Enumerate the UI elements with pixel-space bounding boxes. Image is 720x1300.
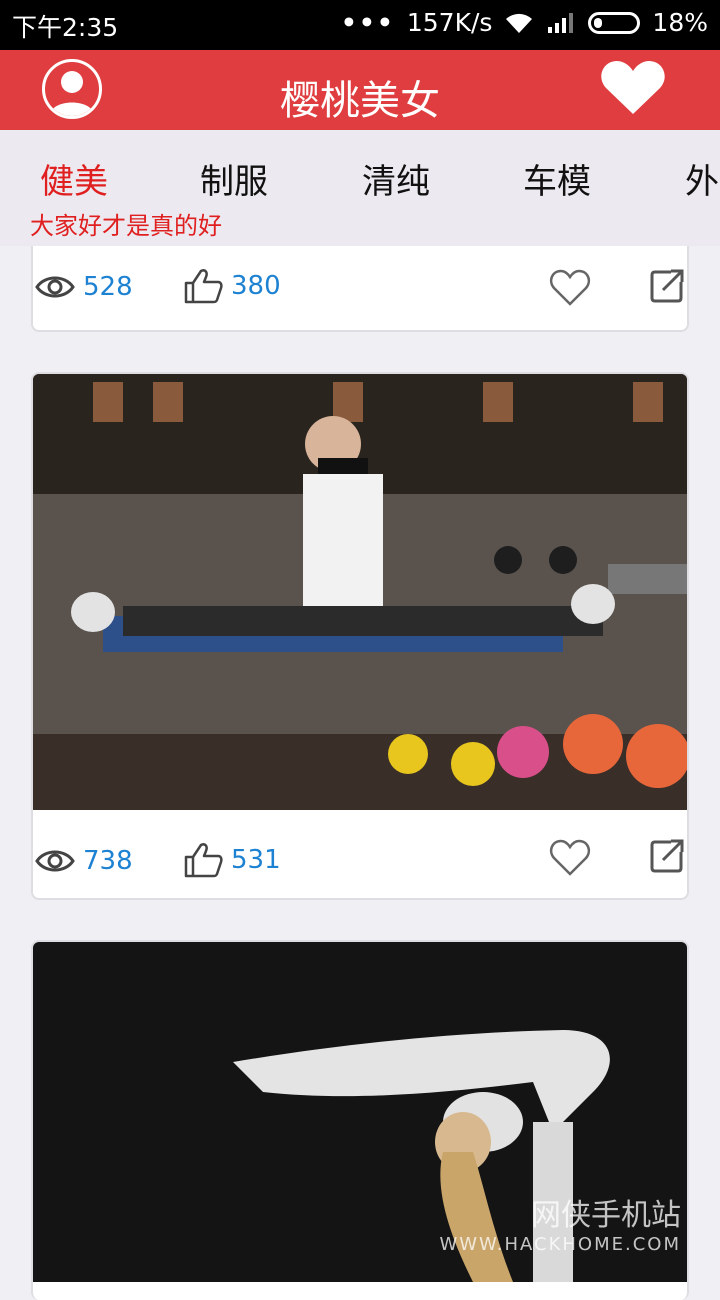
battery-icon xyxy=(588,11,641,34)
photo-card[interactable]: 528 380 xyxy=(31,246,689,332)
likes-count: 380 xyxy=(231,271,281,301)
favorite-heart-icon[interactable] xyxy=(549,268,591,308)
views-stat: 528 xyxy=(35,272,133,302)
share-icon[interactable] xyxy=(649,268,685,304)
tab-car-model[interactable]: 车模 xyxy=(523,154,591,203)
tab-pure[interactable]: 清纯 xyxy=(362,154,430,203)
app-bar: 樱桃美女 xyxy=(0,50,720,130)
status-bar: 下午2:35 ••• 157K/s 18% xyxy=(0,0,720,50)
photo-card[interactable]: 网侠手机站 WWW.HACKHOME.COM xyxy=(31,940,689,1300)
views-count: 528 xyxy=(83,272,133,302)
wifi-icon xyxy=(506,13,533,33)
notification-dots: ••• xyxy=(340,8,395,37)
tab-fitness[interactable]: 健美 xyxy=(40,154,108,203)
favorite-heart-icon[interactable] xyxy=(549,838,591,878)
fitness-photo[interactable] xyxy=(33,374,687,810)
tab-uniform[interactable]: 制服 xyxy=(200,154,268,203)
battery-percent: 18% xyxy=(652,8,708,37)
network-speed: 157K/s xyxy=(406,8,493,37)
status-right: ••• 157K/s 18% xyxy=(329,8,708,37)
likes-count: 531 xyxy=(231,845,281,875)
signal-icon xyxy=(548,12,574,33)
tab-more[interactable]: 外 xyxy=(685,154,719,203)
thumbs-up-icon xyxy=(184,843,223,878)
watermark-cn: 网侠手机站 xyxy=(531,1198,681,1233)
tab-subtitle: 大家好才是真的好 xyxy=(30,212,222,240)
views-count: 738 xyxy=(83,846,133,876)
category-tabs: 健美 制服 清纯 车模 外 大家好才是真的好 xyxy=(0,130,720,246)
watermark-en: WWW.HACKHOME.COM xyxy=(439,1234,681,1255)
thumbs-up-icon xyxy=(184,269,223,304)
watermark: 网侠手机站 WWW.HACKHOME.COM xyxy=(439,1190,681,1292)
likes-stat[interactable]: 380 xyxy=(183,268,281,304)
share-icon[interactable] xyxy=(649,838,685,874)
eye-icon xyxy=(35,850,75,872)
views-stat: 738 xyxy=(35,846,133,876)
status-time: 下午2:35 xyxy=(12,13,119,42)
photo-card[interactable]: 738 531 xyxy=(31,372,689,900)
eye-icon xyxy=(35,276,75,298)
likes-stat[interactable]: 531 xyxy=(183,842,281,878)
favorites-heart-icon[interactable] xyxy=(600,58,666,118)
